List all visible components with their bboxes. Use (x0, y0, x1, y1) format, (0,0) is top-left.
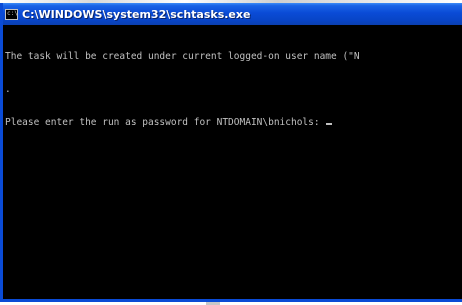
console-line: Please enter the run as password for NTD… (5, 117, 462, 128)
window-title: C:\WINDOWS\system32\schtasks.exe (22, 7, 251, 21)
password-prompt: Please enter the run as password for NTD… (5, 117, 326, 128)
text-cursor (326, 123, 333, 125)
console-icon[interactable]: c:\ (5, 8, 18, 20)
console-line: . (5, 84, 11, 95)
console-output[interactable]: The task will be created under current l… (3, 25, 462, 299)
title-bar[interactable]: c:\ C:\WINDOWS\system32\schtasks.exe (3, 3, 462, 25)
console-window[interactable]: c:\ C:\WINDOWS\system32\schtasks.exe The… (0, 3, 462, 302)
console-line: The task will be created under current l… (5, 51, 360, 62)
